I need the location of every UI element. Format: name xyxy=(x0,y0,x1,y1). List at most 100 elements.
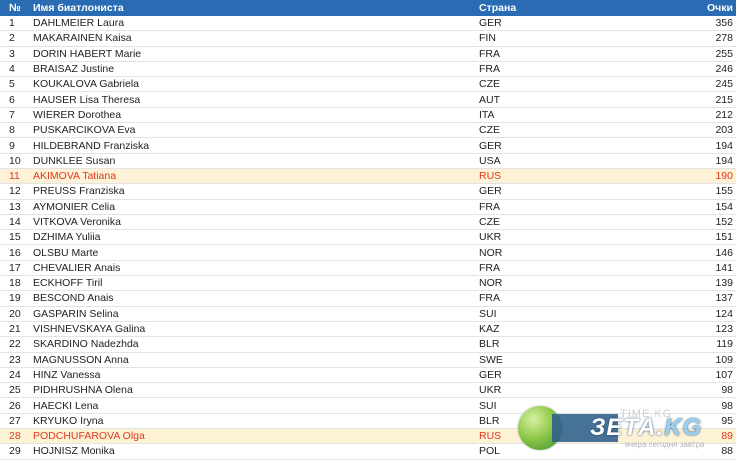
row-name: DAHLMEIER Laura xyxy=(30,16,476,32)
row-points: 151 xyxy=(642,229,736,246)
row-points: 190 xyxy=(642,168,736,185)
row-points: 119 xyxy=(642,336,736,353)
table-row: 26 HAECKI Lena SUI 98 xyxy=(0,397,736,414)
row-name: AKIMOVA Tatiana xyxy=(30,168,476,185)
row-points: 356 xyxy=(642,16,736,32)
row-num: 4 xyxy=(0,61,30,78)
row-num: 24 xyxy=(0,367,30,384)
table-row: 8 PUSKARCIKOVA Eva CZE 203 xyxy=(0,122,736,139)
row-name: OLSBU Marte xyxy=(30,244,476,261)
row-name: AYMONIER Celia xyxy=(30,199,476,215)
table-row: 18 ECKHOFF Tiril NOR 139 xyxy=(0,275,736,292)
row-points: 194 xyxy=(642,153,736,169)
row-num: 18 xyxy=(0,275,30,292)
row-name: BRAISAZ Justine xyxy=(30,61,476,78)
row-num: 13 xyxy=(0,199,30,215)
row-name: CHEVALIER Anais xyxy=(30,260,476,277)
table-row: 17 CHEVALIER Anais FRA 141 xyxy=(0,260,736,277)
row-points: 137 xyxy=(642,290,736,307)
row-country: GER xyxy=(476,137,642,154)
row-num: 9 xyxy=(0,137,30,154)
row-num: 12 xyxy=(0,183,30,200)
row-num: 29 xyxy=(0,443,30,460)
standings-table: № Имя биатлониста Страна Очки 1 DAHLMEIER… xyxy=(0,0,736,460)
row-num: 10 xyxy=(0,153,30,169)
row-name: HILDEBRAND Franziska xyxy=(30,137,476,154)
row-country: SUI xyxy=(476,306,642,322)
header-country: Страна xyxy=(476,0,642,16)
row-country: RUS xyxy=(476,428,642,445)
row-num: 27 xyxy=(0,413,30,430)
table-row: 5 KOUKALOVA Gabriela CZE 245 xyxy=(0,76,736,93)
row-country: CZE xyxy=(476,214,642,231)
row-points: 194 xyxy=(642,137,736,154)
row-num: 7 xyxy=(0,107,30,124)
table-row: 3 DORIN HABERT Marie FRA 255 xyxy=(0,46,736,62)
row-country: KAZ xyxy=(476,321,642,338)
row-country: SWE xyxy=(476,352,642,368)
row-name: VISHNEVSKAYA Galina xyxy=(30,321,476,338)
row-name: BESCOND Anais xyxy=(30,290,476,307)
row-points: 123 xyxy=(642,321,736,338)
row-num: 2 xyxy=(0,30,30,47)
row-num: 8 xyxy=(0,122,30,139)
row-points: 124 xyxy=(642,306,736,322)
row-country: UKR xyxy=(476,229,642,246)
row-num: 19 xyxy=(0,290,30,307)
table-row: 15 DZHIMA Yuliia UKR 151 xyxy=(0,229,736,246)
table-row: 13 AYMONIER Celia FRA 154 xyxy=(0,199,736,215)
table-row: 10 DUNKLEE Susan USA 194 xyxy=(0,153,736,169)
row-country: CZE xyxy=(476,122,642,139)
row-points: 255 xyxy=(642,46,736,62)
row-name: VITKOVA Veronika xyxy=(30,214,476,231)
row-name: ECKHOFF Tiril xyxy=(30,275,476,292)
row-country: BLR xyxy=(476,336,642,353)
row-country: AUT xyxy=(476,91,642,108)
row-num: 11 xyxy=(0,168,30,185)
row-name: MAGNUSSON Anna xyxy=(30,352,476,368)
row-num: 16 xyxy=(0,244,30,261)
table-row: 7 WIERER Dorothea ITA 212 xyxy=(0,107,736,124)
table-row: 22 SKARDINO Nadezhda BLR 119 xyxy=(0,336,736,353)
table-header-row: № Имя биатлониста Страна Очки xyxy=(0,0,736,16)
row-points: 109 xyxy=(642,352,736,368)
header-name: Имя биатлониста xyxy=(30,0,476,16)
row-country: FIN xyxy=(476,30,642,47)
row-name: DUNKLEE Susan xyxy=(30,153,476,169)
row-country: USA xyxy=(476,153,642,169)
row-points: 98 xyxy=(642,382,736,399)
row-name: HAECKI Lena xyxy=(30,397,476,414)
row-points: 278 xyxy=(642,30,736,47)
row-points: 152 xyxy=(642,214,736,231)
table-row: 20 GASPARIN Selina SUI 124 xyxy=(0,306,736,322)
table-row: 1 DAHLMEIER Laura GER 356 xyxy=(0,16,736,32)
row-num: 26 xyxy=(0,397,30,414)
row-num: 3 xyxy=(0,46,30,62)
row-points: 98 xyxy=(642,397,736,414)
row-num: 23 xyxy=(0,352,30,368)
table-row: 2 MAKARAINEN Kaisa FIN 278 xyxy=(0,30,736,47)
row-name: WIERER Dorothea xyxy=(30,107,476,124)
row-num: 1 xyxy=(0,16,30,32)
header-points: Очки xyxy=(642,0,736,16)
row-name: DZHIMA Yuliia xyxy=(30,229,476,246)
row-name: PIDHRUSHNA Olena xyxy=(30,382,476,399)
row-points: 245 xyxy=(642,76,736,93)
row-points: 107 xyxy=(642,367,736,384)
row-name: HINZ Vanessa xyxy=(30,367,476,384)
row-country: UKR xyxy=(476,382,642,399)
row-name: HAUSER Lisa Theresa xyxy=(30,91,476,108)
table-row: 24 HINZ Vanessa GER 107 xyxy=(0,367,736,384)
row-points: 95 xyxy=(642,413,736,430)
row-country: GER xyxy=(476,183,642,200)
row-num: 6 xyxy=(0,91,30,108)
row-num: 5 xyxy=(0,76,30,93)
row-country: ITA xyxy=(476,107,642,124)
row-name: KRYUKO Iryna xyxy=(30,413,476,430)
row-country: CZE xyxy=(476,76,642,93)
row-name: KOUKALOVA Gabriela xyxy=(30,76,476,93)
row-country: RUS xyxy=(476,168,642,185)
table-row: 14 VITKOVA Veronika CZE 152 xyxy=(0,214,736,231)
row-country: FRA xyxy=(476,290,642,307)
row-country: NOR xyxy=(476,275,642,292)
